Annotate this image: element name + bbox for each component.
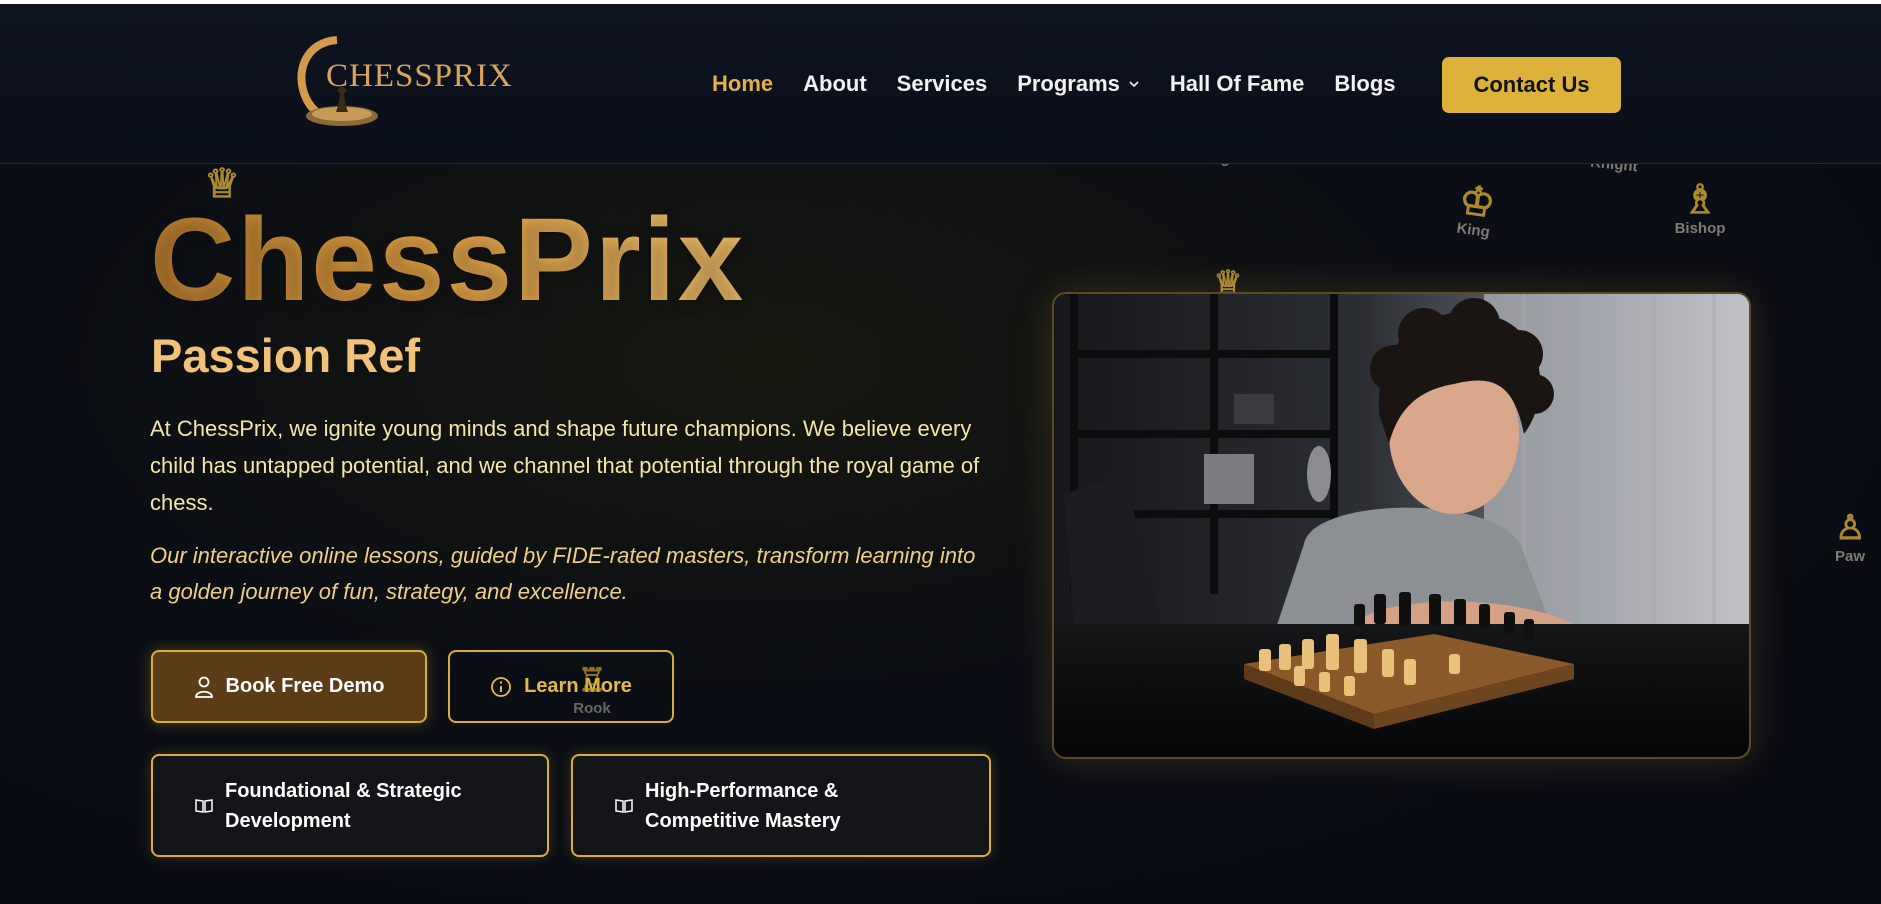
page: CHESSPRIX Home About Services Programs H…	[0, 0, 1881, 904]
nav-programs[interactable]: Programs	[1017, 71, 1140, 97]
hero-title: ChessPrix	[150, 194, 746, 326]
floating-piece: ♔ King	[1432, 177, 1519, 245]
nav-services[interactable]: Services	[897, 71, 988, 97]
nav-home[interactable]: Home	[712, 71, 773, 97]
main-nav: Home About Services Programs Hall Of Fam…	[712, 56, 1426, 112]
logo-text: CHESSPRIX	[326, 58, 513, 94]
site-header: CHESSPRIX Home About Services Programs H…	[0, 4, 1881, 164]
contact-us-button[interactable]: Contact Us	[1442, 57, 1621, 113]
boy-playing-chess-image	[1054, 294, 1749, 757]
nav-about[interactable]: About	[803, 71, 867, 97]
nav-programs-label: Programs	[1017, 71, 1120, 96]
nav-hall-of-fame[interactable]: Hall Of Fame	[1170, 71, 1304, 97]
hero-description: At ChessPrix, we ignite young minds and …	[150, 416, 980, 515]
info-icon	[491, 676, 511, 697]
floating-piece-label: Bishop	[1674, 220, 1726, 237]
rook-icon: ♖	[577, 662, 607, 698]
program-card-foundational[interactable]: Foundational & Strategic Development	[151, 754, 549, 857]
floating-piece: ♗ Bishop	[1660, 180, 1740, 237]
book-free-demo-button[interactable]: Book Free Demo	[151, 650, 427, 723]
logo[interactable]: CHESSPRIX	[292, 32, 512, 132]
hero-subtitle: Passion Ref	[151, 329, 421, 382]
book-icon	[615, 798, 633, 813]
floating-piece-label: Rook	[573, 700, 611, 717]
program-card-label: Foundational & Strategic Development	[225, 779, 462, 832]
book-free-demo-label: Book Free Demo	[225, 675, 385, 697]
floating-piece-label: Paw	[1835, 548, 1866, 565]
bishop-icon: ♗	[1682, 178, 1718, 222]
book-icon	[195, 798, 213, 813]
floating-piece: ♖ Rook	[552, 660, 632, 717]
program-card-label: High-Performance & Competitive Mastery	[645, 779, 841, 832]
user-icon	[194, 676, 213, 698]
pawn-icon: ♙	[1835, 509, 1866, 547]
floating-piece: ♙ Paw	[1835, 508, 1881, 565]
nav-blogs[interactable]: Blogs	[1334, 71, 1395, 97]
hero-photo	[1052, 292, 1751, 759]
chevron-down-icon	[1129, 81, 1139, 88]
hero-tagline: Our interactive online lessons, guided b…	[150, 543, 976, 604]
program-card-high-performance[interactable]: High-Performance & Competitive Mastery	[571, 754, 991, 857]
